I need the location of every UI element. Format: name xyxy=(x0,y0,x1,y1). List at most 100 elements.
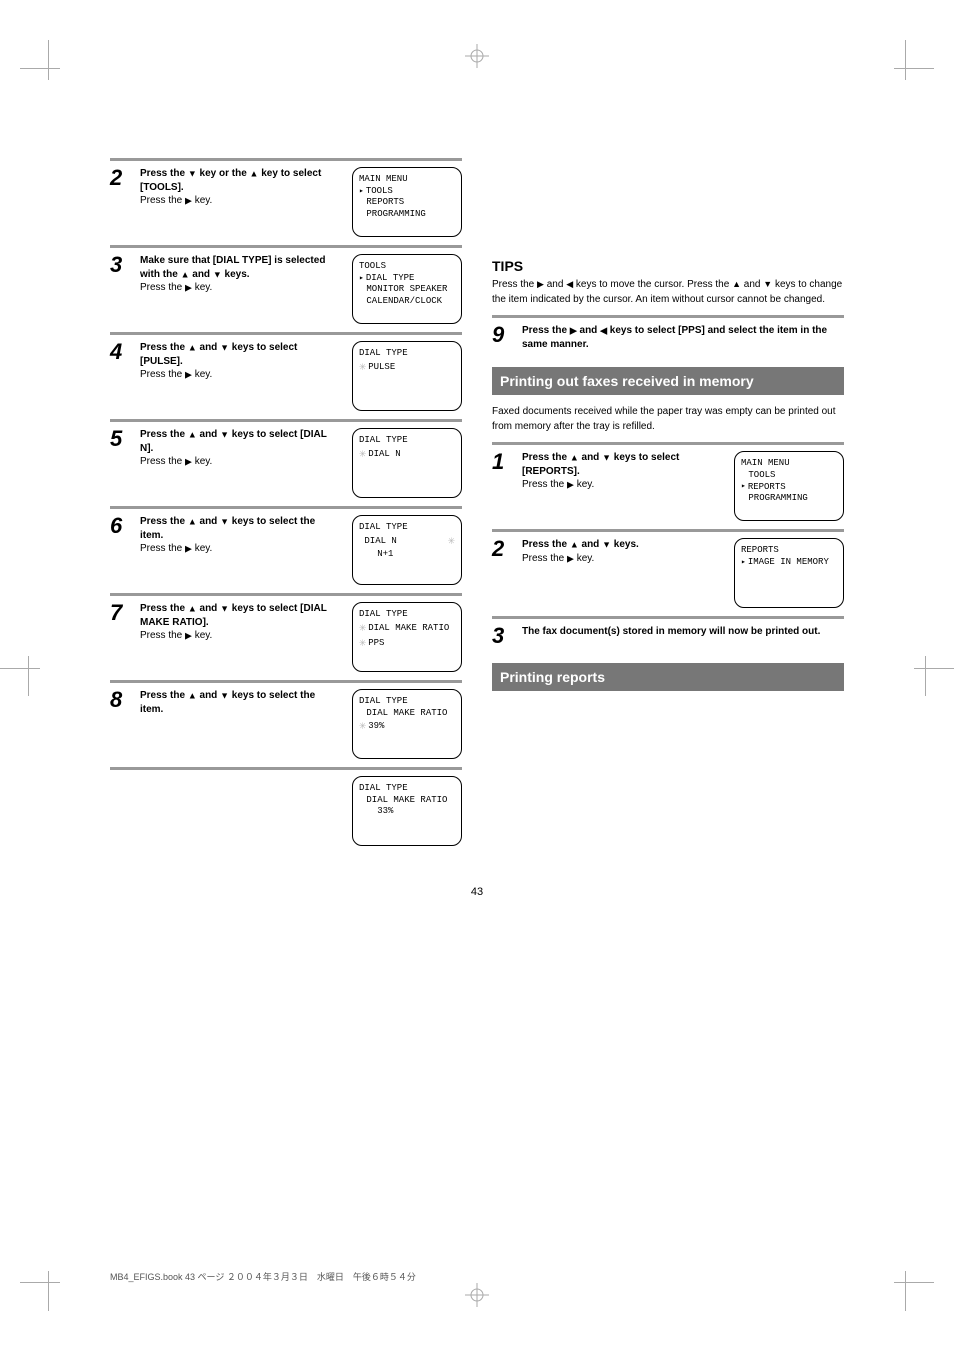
left-arrow-icon: ◀ xyxy=(566,279,573,289)
right-arrow-icon: ▶ xyxy=(567,553,574,563)
crop-mark-right xyxy=(914,656,954,696)
step-number: 2 xyxy=(110,167,132,189)
cursor-icon: ▸ xyxy=(359,188,364,196)
down-arrow-icon: ▼ xyxy=(602,539,611,549)
up-arrow-icon: ▲ xyxy=(250,168,259,178)
divider xyxy=(110,332,462,335)
divider xyxy=(110,158,462,161)
section-printing-reports: Printing reports xyxy=(492,663,844,691)
step-number: 3 xyxy=(492,625,514,647)
cursor-icon: ▸ xyxy=(741,559,746,567)
down-arrow-icon: ▼ xyxy=(763,279,772,289)
registration-mark-bottom xyxy=(465,1283,489,1307)
left-arrow-icon: ◀ xyxy=(600,325,607,335)
up-arrow-icon: ▲ xyxy=(188,429,197,439)
tips-heading: TIPS xyxy=(492,258,844,274)
up-arrow-icon: ▲ xyxy=(732,279,741,289)
divider xyxy=(110,593,462,596)
step-number: 2 xyxy=(492,538,514,560)
registration-mark-top xyxy=(465,44,489,68)
step-text: Press the ▲ and ▼ keys to select [PULSE]… xyxy=(140,341,338,382)
crop-mark-left xyxy=(0,656,40,696)
step-text: Press the ▲ and ▼ keys to select the ite… xyxy=(140,515,338,556)
step-number: 3 xyxy=(110,254,132,276)
lcd-screen: MAIN MENU ▸TOOLS REPORTS PROGRAMMING xyxy=(352,167,462,237)
right-arrow-icon: ▶ xyxy=(185,282,192,292)
divider xyxy=(492,529,844,532)
right-arrow-icon: ▶ xyxy=(185,543,192,553)
down-arrow-icon: ▼ xyxy=(220,603,229,613)
step-8: 8 Press the ▲ and ▼ keys to select the i… xyxy=(110,689,462,759)
right-arrow-icon: ▶ xyxy=(570,325,577,335)
divider xyxy=(110,419,462,422)
right-column: TIPS Press the ▶ and ◀ keys to move the … xyxy=(492,150,844,846)
memory-step-2: 2 Press the ▲ and ▼ keys. Press the ▶ ke… xyxy=(492,538,844,608)
sun-icon: ✳ xyxy=(448,534,455,550)
sun-icon: ✳ xyxy=(359,360,366,376)
up-arrow-icon: ▲ xyxy=(570,539,579,549)
up-arrow-icon: ▲ xyxy=(188,690,197,700)
step-text: The fax document(s) stored in memory wil… xyxy=(522,625,844,639)
cursor-icon: ▸ xyxy=(359,275,364,283)
lcd-screen: DIAL TYPE ✳PULSE xyxy=(352,341,462,411)
lcd-screen: MAIN MENU TOOLS ▸REPORTS PROGRAMMING xyxy=(734,451,844,521)
step-number: 1 xyxy=(492,451,514,473)
up-arrow-icon: ▲ xyxy=(570,452,579,462)
footer-meta: MB4_EFIGS.book 43 ページ ２００４年３月３日 水曜日 午後６時… xyxy=(110,1270,844,1283)
lcd-screen: DIAL TYPE ✳DIAL MAKE RATIO ✳PPS xyxy=(352,602,462,672)
up-arrow-icon: ▲ xyxy=(188,342,197,352)
lcd-screen: DIAL TYPE DIAL MAKE RATIO ✳39% xyxy=(352,689,462,759)
step-number: 5 xyxy=(110,428,132,450)
step-text: Press the ▲ and ▼ keys to select [DIAL N… xyxy=(140,428,338,469)
step-6: 6 Press the ▲ and ▼ keys to select the i… xyxy=(110,515,462,585)
divider xyxy=(110,245,462,248)
right-arrow-icon: ▶ xyxy=(185,456,192,466)
right-arrow-icon: ▶ xyxy=(185,195,192,205)
sun-icon: ✳ xyxy=(359,636,366,652)
up-arrow-icon: ▲ xyxy=(188,603,197,613)
lcd-screen: DIAL TYPE DIAL N✳ N+1 xyxy=(352,515,462,585)
section-memory-print: Printing out faxes received in memory xyxy=(492,367,844,395)
step-4: 4 Press the ▲ and ▼ keys to select [PULS… xyxy=(110,341,462,411)
right-arrow-icon: ▶ xyxy=(537,279,544,289)
lcd-screen: TOOLS ▸DIAL TYPE MONITOR SPEAKER CALENDA… xyxy=(352,254,462,324)
step-text: Make sure that [DIAL TYPE] is selected w… xyxy=(140,254,338,295)
page-number: 43 xyxy=(110,886,844,898)
step-text: Press the ▲ and ▼ keys to select [REPORT… xyxy=(522,451,720,492)
divider xyxy=(492,616,844,619)
right-arrow-icon: ▶ xyxy=(567,479,574,489)
sun-icon: ✳ xyxy=(359,719,366,735)
memory-step-1: 1 Press the ▲ and ▼ keys to select [REPO… xyxy=(492,451,844,521)
divider xyxy=(110,680,462,683)
lcd-screen: DIAL TYPE ✳DIAL N xyxy=(352,428,462,498)
step-text: Press the ▶ and ◀ keys to select [PPS] a… xyxy=(522,324,844,351)
screen-only: DIAL TYPE DIAL MAKE RATIO 33% xyxy=(110,776,462,846)
right-arrow-icon: ▶ xyxy=(185,630,192,640)
up-arrow-icon: ▲ xyxy=(188,516,197,526)
down-arrow-icon: ▼ xyxy=(220,342,229,352)
step-2: 2 Press the ▼ key or the ▲ key to select… xyxy=(110,167,462,237)
step-text: Press the ▲ and ▼ keys to select [DIAL M… xyxy=(140,602,338,643)
right-arrow-icon: ▶ xyxy=(185,369,192,379)
down-arrow-icon: ▼ xyxy=(220,690,229,700)
step-7: 7 Press the ▲ and ▼ keys to select [DIAL… xyxy=(110,602,462,672)
step-text: Press the ▲ and ▼ keys to select the ite… xyxy=(140,689,338,716)
cursor-icon: ▸ xyxy=(741,483,746,491)
step-9: 9 Press the ▶ and ◀ keys to select [PPS]… xyxy=(492,324,844,351)
sun-icon: ✳ xyxy=(359,621,366,637)
down-arrow-icon: ▼ xyxy=(220,429,229,439)
section-desc: Faxed documents received while the paper… xyxy=(492,405,844,434)
step-5: 5 Press the ▲ and ▼ keys to select [DIAL… xyxy=(110,428,462,498)
down-arrow-icon: ▼ xyxy=(220,516,229,526)
down-arrow-icon: ▼ xyxy=(602,452,611,462)
crop-mark-bottom-right xyxy=(894,1271,934,1311)
step-number: 8 xyxy=(110,689,132,711)
memory-step-3: 3 The fax document(s) stored in memory w… xyxy=(492,625,844,647)
step-3: 3 Make sure that [DIAL TYPE] is selected… xyxy=(110,254,462,324)
step-number: 4 xyxy=(110,341,132,363)
step-text: Press the ▼ key or the ▲ key to select [… xyxy=(140,167,338,208)
divider xyxy=(110,767,462,770)
crop-mark-bottom-left xyxy=(20,1271,60,1311)
step-text: Press the ▲ and ▼ keys. Press the ▶ key. xyxy=(522,538,720,565)
sun-icon: ✳ xyxy=(359,447,366,463)
